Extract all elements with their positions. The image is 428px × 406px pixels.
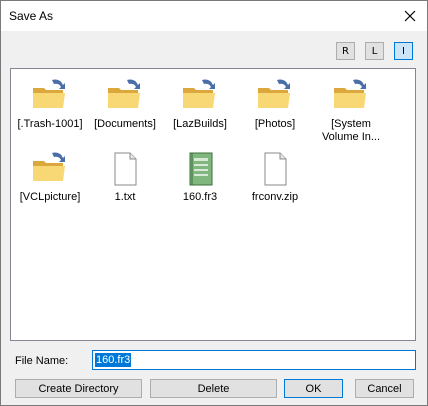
- file-item-label: [Photos]: [254, 118, 296, 130]
- cancel-label: Cancel: [367, 382, 402, 395]
- file-list-pane[interactable]: [.Trash-1001] [Documents] [LazBuilds] [P…: [10, 68, 416, 341]
- view-mode-list-button[interactable]: L: [365, 42, 384, 60]
- view-mode-icon-button[interactable]: I: [394, 42, 413, 60]
- shared-folder-icon: [33, 79, 65, 108]
- close-icon: [404, 10, 416, 22]
- file-item-label: [.Trash-1001]: [17, 118, 83, 130]
- cancel-button[interactable]: Cancel: [355, 379, 414, 398]
- window-title: Save As: [9, 9, 54, 23]
- file-item-vclpicture[interactable]: [VCLpicture]: [14, 149, 86, 204]
- shared-folder-icon: [108, 79, 140, 108]
- file-item-photos[interactable]: [Photos]: [239, 76, 311, 131]
- file-item-system-volume[interactable]: [System Volume In...: [315, 76, 387, 144]
- file-item-label: 160.fr3: [182, 191, 218, 203]
- view-mode-report-label: R: [342, 45, 349, 57]
- create-directory-button[interactable]: Create Directory: [15, 379, 142, 398]
- file-name-label: File Name:: [15, 355, 69, 367]
- save-as-dialog: Save As R L I [.Trash-1001] [Documents] …: [0, 0, 428, 406]
- file-item-lazbuilds[interactable]: [LazBuilds]: [164, 76, 236, 131]
- file-name-input[interactable]: 160.fr3: [92, 350, 416, 370]
- file-item-label-line2: Volume In...: [321, 131, 381, 143]
- file-item-label: [LazBuilds]: [173, 118, 227, 130]
- file-item-1-txt[interactable]: 1.txt: [89, 149, 161, 204]
- close-button[interactable]: [393, 1, 427, 31]
- document-icon: [264, 152, 287, 186]
- file-item-label: 1.txt: [114, 191, 136, 203]
- file-item-trash[interactable]: [.Trash-1001]: [14, 76, 86, 131]
- view-mode-icon-label: I: [402, 45, 405, 57]
- file-item-label-line1: [System: [331, 118, 371, 130]
- file-item-160-fr3[interactable]: 160.fr3: [164, 149, 236, 204]
- shared-folder-icon: [334, 79, 366, 108]
- title-bar: Save As: [1, 1, 427, 31]
- shared-folder-icon: [258, 79, 290, 108]
- view-mode-report-button[interactable]: R: [336, 42, 355, 60]
- document-icon: [114, 152, 137, 186]
- file-item-label: [VCLpicture]: [19, 191, 81, 203]
- delete-label: Delete: [197, 382, 230, 395]
- file-item-frconv-zip[interactable]: frconv.zip: [239, 149, 311, 204]
- ok-button[interactable]: OK: [284, 379, 343, 398]
- green-notebook-icon: [189, 152, 213, 186]
- shared-folder-icon: [183, 79, 215, 108]
- ok-label: OK: [305, 382, 322, 395]
- file-item-label: frconv.zip: [251, 191, 299, 203]
- create-directory-label: Create Directory: [38, 382, 119, 395]
- file-item-documents[interactable]: [Documents]: [89, 76, 161, 131]
- file-name-value: 160.fr3: [95, 353, 132, 367]
- view-mode-list-label: L: [371, 45, 378, 57]
- shared-folder-icon: [33, 152, 65, 181]
- delete-button[interactable]: Delete: [150, 379, 277, 398]
- file-item-label: [Documents]: [94, 118, 156, 130]
